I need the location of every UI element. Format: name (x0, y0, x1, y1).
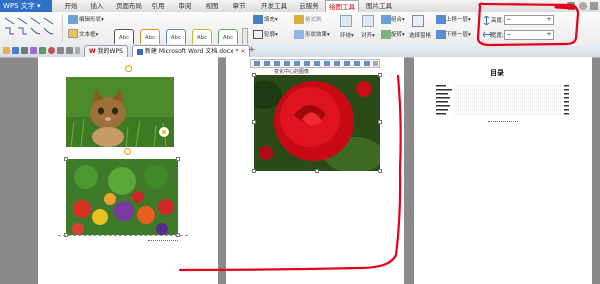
red-annotation-overlay (178, 2, 580, 272)
